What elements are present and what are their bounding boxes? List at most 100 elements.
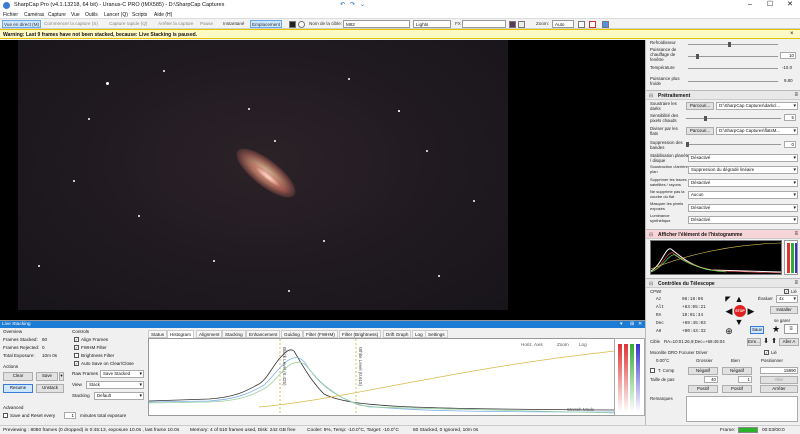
cooler-slider[interactable] [688,42,778,47]
move-south-icon[interactable]: ▼ [734,317,744,327]
tab-filter-brightness[interactable]: Filter (Brightness) [339,330,382,338]
browse-dark-button[interactable]: Parcouri... [686,102,714,110]
settings-icon[interactable] [602,20,609,28]
target-reticle-icon[interactable]: ⊕ [724,326,734,336]
zoom-select[interactable]: Auto [552,20,574,28]
menu-view[interactable]: Vue [71,12,80,18]
tab-stacking[interactable]: Stacking [222,330,246,338]
red-level-bar[interactable] [618,344,622,412]
focuser-connected-checkbox[interactable]: ✓ [764,350,769,355]
clear-button[interactable]: Clear [3,372,33,381]
park-menu-icon[interactable]: ≡ [784,324,798,334]
start-capture-button[interactable]: Commencer la capture (S) [44,21,98,26]
stabilization-select[interactable]: Désactivé [688,154,798,162]
align-frames-checkbox[interactable]: ✓ [74,337,79,342]
menu-cameras[interactable]: Caméras [24,12,44,18]
save-reset-input[interactable]: 1 [64,412,76,419]
menu-capture[interactable]: Capture [48,12,66,18]
color-swatch-icon[interactable] [509,20,516,28]
tab-drift-graph[interactable]: Drift Graph [383,330,412,338]
satellite-select[interactable]: Désactivé [688,179,798,187]
move-down-icon[interactable]: ⬇ [762,338,770,346]
move-east-icon[interactable]: ▶ [746,306,756,316]
mask-pixels-select[interactable]: Désactivé [688,204,798,212]
tab-guiding[interactable]: Guiding [281,330,303,338]
eval-select[interactable]: 4x [776,295,798,303]
focuser-stop-button[interactable]: Arrêter [760,385,798,393]
coarse-negative-button[interactable]: Négatif [688,367,718,375]
menu-file[interactable]: Fichier [3,12,18,18]
live-stacking-titlebar[interactable]: Live Stacking ▾ ⊞ ✕ [0,321,645,328]
save-position-button[interactable]: Sauv [750,326,764,334]
horiz-axis-label[interactable]: Horiz. Axis [521,342,543,347]
tcomp-checkbox[interactable] [650,368,655,373]
unstack-button[interactable]: Unstack [36,384,64,393]
position-input[interactable]: 15890 [760,367,798,374]
menu-scripts[interactable]: Scripts [132,12,147,18]
image-viewport[interactable] [0,40,645,320]
blue-level-bar[interactable] [636,344,640,412]
target-icon[interactable] [589,20,596,28]
menu-tools[interactable]: Outils [85,12,98,18]
hot-pixel-slider[interactable] [686,116,781,121]
display-icon[interactable] [578,20,585,28]
save-button[interactable]: Save [36,372,58,381]
browse-flats-button[interactable]: Parcouri... [686,127,714,135]
grid-icon[interactable] [518,20,525,28]
circle-icon[interactable] [298,20,305,28]
fwhm-filter-checkbox[interactable]: ✓ [74,345,79,350]
coarse-step-input[interactable]: 40 [704,376,718,383]
banding-slider[interactable] [686,142,781,147]
resume-button[interactable]: Resume [3,384,33,393]
remarks-input[interactable] [686,396,798,422]
raw-frames-select[interactable]: Save Stacked [100,370,144,378]
histogram-header[interactable]: ⊟ Afficher l'élément de l'histogramme ≡ [646,229,800,239]
goto-button[interactable]: Aller A [779,338,799,346]
close-icon[interactable]: ✕ [638,321,642,327]
maximize-button[interactable]: ☐ [760,0,780,10]
menu-icon[interactable]: ≡ [794,280,798,286]
placement-button[interactable]: Emplacement [250,20,283,28]
banding-value[interactable]: 0 [784,141,796,148]
stop-capture-button[interactable]: Arrêter la capture [158,21,194,26]
record-icon[interactable] [289,20,296,28]
menu-help[interactable]: Aide (H) [154,12,172,18]
collapse-icon[interactable]: ⊟ [649,93,653,99]
stop-button[interactable]: STOP [734,305,746,317]
park-icon[interactable]: ★ [770,324,782,334]
collapse-icon[interactable]: ⊟ [649,281,653,287]
green-level-bar[interactable] [630,344,634,412]
close-button[interactable]: ✕ [780,0,800,10]
heater-value[interactable]: 10 [780,52,796,59]
move-west-icon[interactable]: ◀ [724,306,734,316]
hot-pixel-value[interactable]: 5 [784,114,796,121]
collapse-icon[interactable]: ⊟ [649,232,653,238]
move-up-left-icon[interactable]: ◤ [724,296,732,304]
telescope-header[interactable]: ⊟ Contrôles du Télescope ≡ [646,278,800,288]
dark-file-select[interactable]: D:\SharpCap Captures\darkcl... [716,102,798,110]
live-view-button[interactable]: Vue en direct (M) [2,20,42,28]
error-button[interactable]: Erre... [747,338,761,346]
histogram-level-bars[interactable] [614,338,645,416]
flat-curve-select[interactable]: Aucun [688,191,798,199]
fine-negative-button[interactable]: Négatif [722,367,752,375]
stack-histogram[interactable]: Black Level (0.425) White Level (0.615) … [148,338,618,416]
heater-slider[interactable] [688,54,778,59]
background-sub-select[interactable]: Suppression du dégradé linéaire [688,166,798,174]
tab-alignment[interactable]: Alignment [196,330,223,338]
telescope-connected-checkbox[interactable]: ✓ [784,289,789,294]
view-select[interactable]: Stack [86,381,144,389]
pin-icon[interactable]: ⊞ [630,321,634,327]
save-reset-checkbox[interactable] [3,413,8,418]
coarse-positive-button[interactable]: Positif [688,385,718,393]
tab-enhancement[interactable]: Enhancement [246,330,281,338]
fx-select[interactable] [462,20,506,28]
brightness-filter-checkbox[interactable] [74,353,79,358]
tab-log[interactable]: Log [412,330,426,338]
red-level-bar-2[interactable] [624,344,628,412]
snapshot-button[interactable]: Instantané [223,21,244,26]
menu-run[interactable]: Lancer (Q) [104,12,128,18]
synth-lum-select[interactable]: Désactivé [688,216,798,224]
focuser-goto-button[interactable]: Aller [760,376,798,384]
tab-settings[interactable]: Settings [425,330,448,338]
